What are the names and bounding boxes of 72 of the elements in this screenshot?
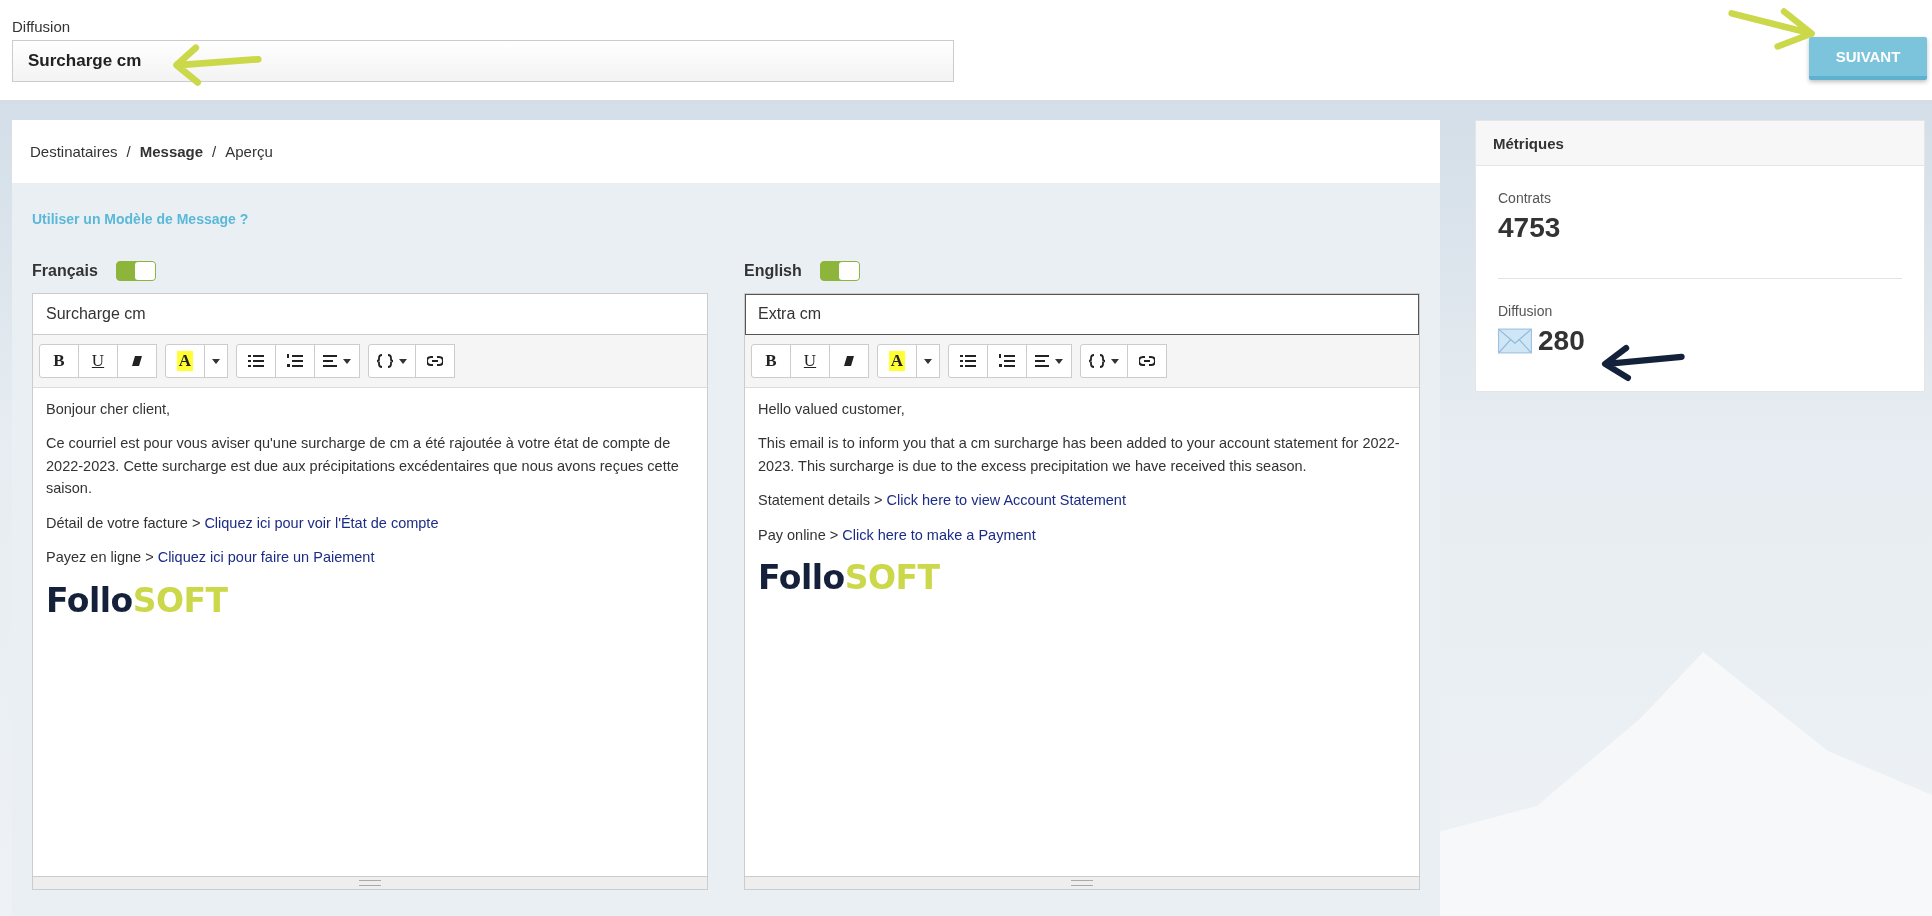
caret-button[interactable] [916,344,940,378]
numbers-button[interactable] [987,344,1027,378]
underline-button[interactable]: U [790,344,830,378]
email-link[interactable]: Click here to make a Payment [842,526,1036,543]
caret-icon [924,358,932,364]
email-paragraph: Ce courriel est pour vous aviser qu'une surcharge de cm a été rajoutée à votre état de compte de 2022-2023. Cette surcharge est due aux précipitations excédentaires que nous avons reçues cette saison. [46,434,680,499]
language-toggle[interactable] [819,261,860,281]
email-paragraph: Pay online > Click here to make a Payment [758,525,1037,545]
breadcrumb-link[interactable]: Aperçu [225,143,273,160]
align-button[interactable] [1026,344,1072,378]
metric-label: Contrats [1498,190,1552,206]
subject-input-field[interactable]: Extra cm [745,294,1419,335]
code-button[interactable] [368,344,416,378]
numbered-list-icon [999,354,1015,368]
link-icon [1139,356,1155,366]
color-button[interactable]: A [165,344,205,378]
bulleted-list-icon [960,355,976,367]
email-paragraph: Détail de votre facture > Cliquez ici pour voir l'État de compte [46,513,440,533]
email-paragraph: This email is to inform you that a cm surcharge has been added to your account statement for 2022-2023. This surcharge is due to the excess precipitation we have received this season. [758,434,1401,476]
code-button[interactable] [1080,344,1128,378]
bold-button[interactable]: B [751,344,791,378]
caret-icon [212,358,220,364]
breadcrumb-separator: / [126,143,131,160]
company-logo: FolloSOFT [758,558,941,598]
language-label: English [744,262,802,280]
diffusion-input-field[interactable]: Surcharge cm [12,40,954,82]
eraser-button[interactable] [829,344,869,378]
link-button[interactable] [415,344,455,378]
resize-handle[interactable] [745,876,1419,889]
company-logo: FolloSOFT [46,580,229,620]
field-label: Diffusion [12,18,72,35]
email-link[interactable]: Click here to view Account Statement [886,492,1126,509]
resize-handle[interactable] [33,876,707,889]
eraser-icon [843,355,855,367]
caret-button[interactable] [204,344,228,378]
link-button[interactable] [1127,344,1167,378]
email-link[interactable]: Cliquez ici pour voir l'État de compte [204,514,439,531]
language-toggle[interactable] [115,261,156,281]
caret-icon [1111,358,1119,364]
numbered-list-icon [287,354,303,368]
numbers-button[interactable] [275,344,315,378]
align-button[interactable] [314,344,360,378]
envelope-icon [1498,328,1532,354]
eraser-icon [131,355,143,367]
braces-icon [1089,354,1105,368]
underline-button[interactable]: U [78,344,118,378]
color-button[interactable]: A [877,344,917,378]
eraser-button[interactable] [117,344,157,378]
breadcrumb-link[interactable]: Destinataires [30,143,118,160]
metric-value: 4753 [1498,212,1561,244]
breadcrumb-separator: / [212,143,217,160]
email-paragraph: Bonjour cher client, [46,400,172,419]
braces-icon [377,354,393,368]
email-paragraph: Payez en ligne > Cliquez ici pour faire un Paiement [46,548,376,568]
breadcrumb-link[interactable]: Message [139,143,204,160]
email-paragraph: Statement details > Click here to view Account Statement [758,491,1127,511]
bulleted-list-icon [248,355,264,367]
metric-value: 280 [1538,325,1585,357]
align-left-icon [1035,355,1049,367]
bullets-button[interactable] [236,344,276,378]
caret-icon [343,358,351,364]
language-label: Français [32,262,98,280]
bullets-button[interactable] [948,344,988,378]
email-paragraph: Hello valued customer, [758,400,906,419]
metric-label: Diffusion [1498,303,1554,319]
bold-button[interactable]: B [39,344,79,378]
link-icon [427,356,443,366]
caret-icon [1055,358,1063,364]
align-left-icon [323,355,337,367]
email-link[interactable]: Cliquez ici pour faire un Paiement [157,549,375,566]
caret-icon [399,358,407,364]
card-title: Métriques [1493,134,1564,152]
